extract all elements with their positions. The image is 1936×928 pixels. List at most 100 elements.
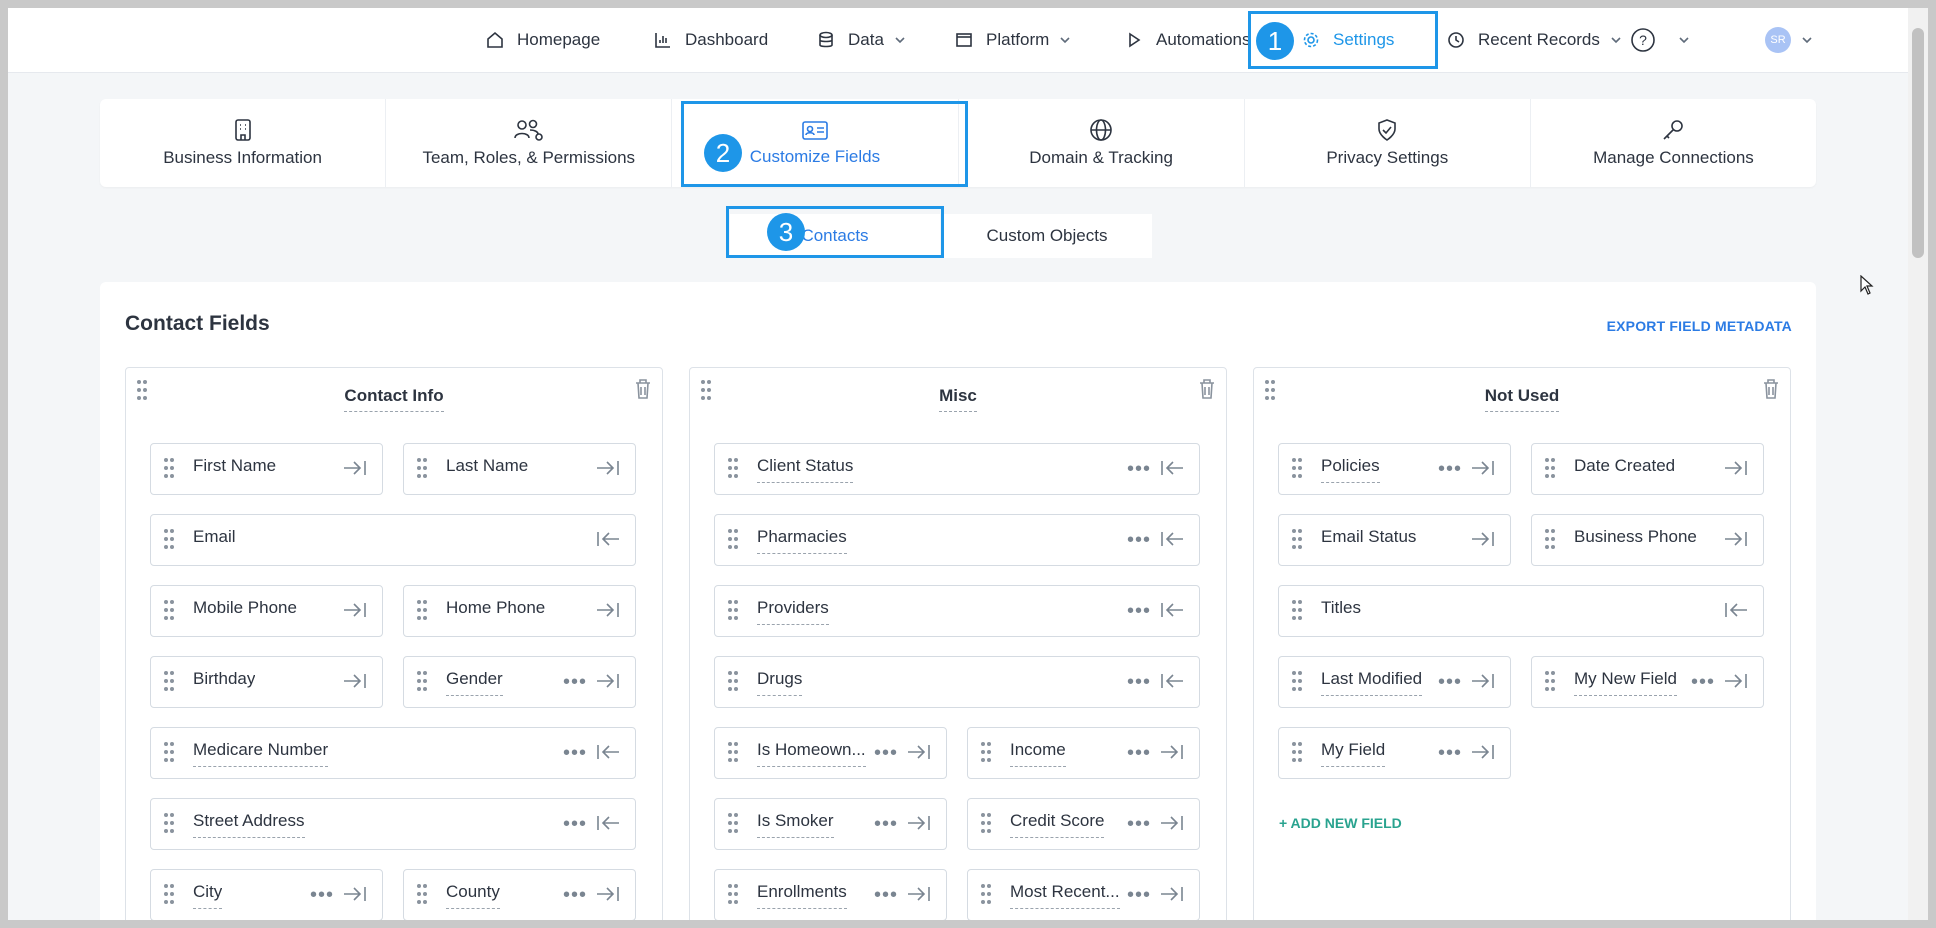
expand-arrow-icon[interactable] (1159, 529, 1185, 554)
more-options-icon[interactable]: ••• (874, 813, 898, 836)
more-options-icon[interactable]: ••• (1127, 458, 1151, 481)
field-chip[interactable]: Date Created (1531, 443, 1764, 495)
trash-icon[interactable] (1762, 378, 1780, 400)
drag-handle-icon[interactable] (416, 598, 428, 627)
nav-recent-records[interactable]: Recent Records (1446, 8, 1634, 72)
collapse-arrow-icon[interactable] (1159, 884, 1185, 909)
field-chip[interactable]: Birthday (150, 656, 383, 708)
drag-handle-icon[interactable] (727, 811, 739, 840)
more-options-icon[interactable]: ••• (1127, 742, 1151, 765)
field-chip[interactable]: Is Homeown... ••• (714, 727, 947, 779)
tab-business-information[interactable]: Business Information (100, 99, 387, 187)
field-chip[interactable]: Street Address ••• (150, 798, 636, 850)
more-options-icon[interactable]: ••• (1127, 529, 1151, 552)
nav-user-menu[interactable]: SR (1765, 8, 1825, 72)
more-options-icon[interactable]: ••• (563, 813, 587, 836)
drag-handle-icon[interactable] (727, 456, 739, 485)
field-chip[interactable]: Mobile Phone (150, 585, 383, 637)
drag-handle-icon[interactable] (1544, 456, 1556, 485)
collapse-arrow-icon[interactable] (595, 600, 621, 625)
more-options-icon[interactable]: ••• (563, 742, 587, 765)
drag-handle-icon[interactable] (163, 740, 175, 769)
trash-icon[interactable] (634, 378, 652, 400)
expand-arrow-icon[interactable] (595, 813, 621, 838)
collapse-arrow-icon[interactable] (1723, 458, 1749, 483)
drag-handle-icon[interactable] (980, 811, 992, 840)
expand-arrow-icon[interactable] (1159, 671, 1185, 696)
drag-handle-icon[interactable] (163, 882, 175, 911)
field-chip[interactable]: Gender ••• (403, 656, 636, 708)
field-chip[interactable]: First Name (150, 443, 383, 495)
field-chip[interactable]: Last Modified ••• (1278, 656, 1511, 708)
field-chip[interactable]: Is Smoker ••• (714, 798, 947, 850)
collapse-arrow-icon[interactable] (1723, 529, 1749, 554)
collapse-arrow-icon[interactable] (1470, 671, 1496, 696)
collapse-arrow-icon[interactable] (595, 884, 621, 909)
field-chip[interactable]: Titles (1278, 585, 1764, 637)
field-chip[interactable]: Home Phone (403, 585, 636, 637)
collapse-arrow-icon[interactable] (595, 458, 621, 483)
drag-handle-icon[interactable] (163, 811, 175, 840)
drag-handle-icon[interactable] (416, 882, 428, 911)
drag-handle-icon[interactable] (1544, 527, 1556, 556)
drag-handle-icon[interactable] (1291, 598, 1303, 627)
more-options-icon[interactable]: ••• (1438, 742, 1462, 765)
more-options-icon[interactable]: ••• (563, 884, 587, 907)
group-title[interactable]: Not Used (1254, 386, 1790, 412)
scrollbar-thumb[interactable] (1912, 28, 1924, 258)
more-options-icon[interactable]: ••• (310, 884, 334, 907)
expand-arrow-icon[interactable] (595, 529, 621, 554)
field-chip[interactable]: My New Field ••• (1531, 656, 1764, 708)
drag-handle-icon[interactable] (727, 598, 739, 627)
more-options-icon[interactable]: ••• (1127, 600, 1151, 623)
field-chip[interactable]: Policies ••• (1278, 443, 1511, 495)
drag-handle-icon[interactable] (1291, 456, 1303, 485)
collapse-arrow-icon[interactable] (1470, 742, 1496, 767)
collapse-arrow-icon[interactable] (342, 671, 368, 696)
more-options-icon[interactable]: ••• (1127, 671, 1151, 694)
drag-handle-icon[interactable] (163, 598, 175, 627)
field-chip[interactable]: Credit Score ••• (967, 798, 1200, 850)
more-options-icon[interactable]: ••• (1127, 884, 1151, 907)
field-chip[interactable]: Business Phone (1531, 514, 1764, 566)
more-options-icon[interactable]: ••• (563, 671, 587, 694)
tab-privacy-settings[interactable]: Privacy Settings (1245, 99, 1531, 187)
expand-arrow-icon[interactable] (595, 742, 621, 767)
drag-handle-icon[interactable] (727, 527, 739, 556)
trash-icon[interactable] (1198, 378, 1216, 400)
field-chip[interactable]: County ••• (403, 869, 636, 920)
drag-handle-icon[interactable] (1291, 669, 1303, 698)
subtab-custom-objects[interactable]: Custom Objects (942, 214, 1152, 258)
nav-help[interactable]: ? (1630, 8, 1702, 72)
export-field-metadata-link[interactable]: EXPORT FIELD METADATA (1607, 318, 1792, 334)
more-options-icon[interactable]: ••• (874, 884, 898, 907)
tab-manage-connections[interactable]: Manage Connections (1531, 99, 1816, 187)
collapse-arrow-icon[interactable] (1159, 813, 1185, 838)
drag-handle-icon[interactable] (163, 527, 175, 556)
collapse-arrow-icon[interactable] (1470, 458, 1496, 483)
expand-arrow-icon[interactable] (1159, 600, 1185, 625)
drag-handle-icon[interactable] (980, 882, 992, 911)
tab-team-roles-permissions[interactable]: Team, Roles, & Permissions (386, 99, 673, 187)
expand-arrow-icon[interactable] (1159, 458, 1185, 483)
tab-domain-tracking[interactable]: Domain & Tracking (959, 99, 1245, 187)
field-chip[interactable]: Enrollments ••• (714, 869, 947, 920)
field-chip[interactable]: Drugs ••• (714, 656, 1200, 708)
scrollbar[interactable] (1908, 8, 1928, 920)
field-chip[interactable]: Most Recent... ••• (967, 869, 1200, 920)
collapse-arrow-icon[interactable] (1159, 742, 1185, 767)
add-new-field-link[interactable]: + ADD NEW FIELD (1279, 815, 1402, 831)
field-chip[interactable]: City ••• (150, 869, 383, 920)
drag-handle-icon[interactable] (1291, 527, 1303, 556)
expand-arrow-icon[interactable] (1723, 600, 1749, 625)
more-options-icon[interactable]: ••• (1691, 671, 1715, 694)
field-chip[interactable]: Client Status ••• (714, 443, 1200, 495)
field-chip[interactable]: Medicare Number ••• (150, 727, 636, 779)
nav-homepage[interactable]: Homepage (485, 8, 600, 72)
field-chip[interactable]: My Field ••• (1278, 727, 1511, 779)
drag-handle-icon[interactable] (980, 740, 992, 769)
more-options-icon[interactable]: ••• (1438, 671, 1462, 694)
collapse-arrow-icon[interactable] (906, 813, 932, 838)
drag-handle-icon[interactable] (727, 882, 739, 911)
drag-handle-icon[interactable] (163, 456, 175, 485)
